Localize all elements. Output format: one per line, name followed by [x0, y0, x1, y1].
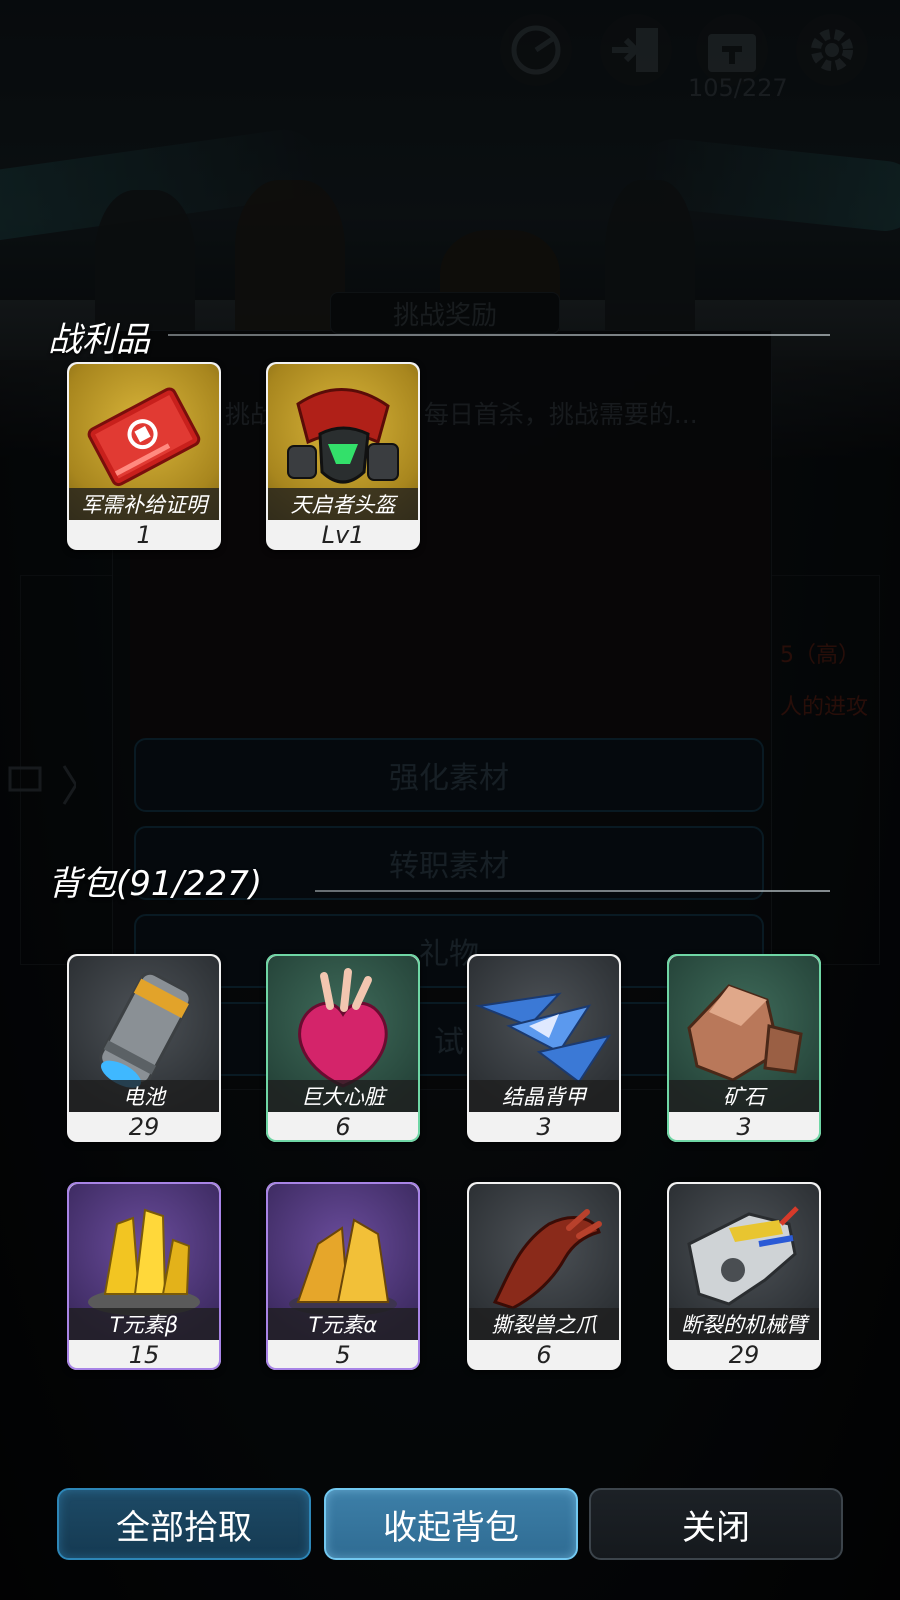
backpack-item[interactable]: T元素β 15 [67, 1182, 221, 1370]
backpack-item[interactable]: 断裂的机械臂 29 [667, 1182, 821, 1370]
loot-section-title: 战利品 [48, 320, 150, 360]
backpack-item[interactable]: 巨大心脏 6 [266, 954, 420, 1142]
backpack-item[interactable]: 撕裂兽之爪 6 [467, 1182, 621, 1370]
item-count: 3 [736, 1113, 752, 1141]
item-name: 矿石 [669, 1080, 819, 1112]
backpack-section-title: 背包(91/227) [48, 864, 263, 904]
item-count: 29 [128, 1113, 160, 1141]
item-name: 电池 [69, 1080, 219, 1112]
item-name: T元素β [69, 1308, 219, 1340]
section-divider [315, 890, 830, 892]
item-count: Lv1 [321, 521, 365, 549]
item-name: 巨大心脏 [268, 1080, 418, 1112]
loot-item[interactable]: 天启者头盔 Lv1 [266, 362, 420, 550]
item-count: 15 [128, 1341, 160, 1369]
item-count: 6 [335, 1113, 351, 1141]
backpack-item[interactable]: 电池 29 [67, 954, 221, 1142]
item-name: 断裂的机械臂 [669, 1308, 819, 1340]
item-count: 5 [335, 1341, 351, 1369]
item-count: 29 [728, 1341, 760, 1369]
item-name: 军需补给证明 [69, 488, 219, 520]
item-name: 天启者头盔 [268, 488, 418, 520]
item-name: T元素α [268, 1308, 418, 1340]
collapse-backpack-button[interactable]: 收起背包 [324, 1488, 578, 1560]
pick-all-button[interactable]: 全部拾取 [57, 1488, 311, 1560]
loot-item[interactable]: 军需补给证明 1 [67, 362, 221, 550]
section-divider [168, 334, 830, 336]
item-count: 6 [536, 1341, 552, 1369]
backpack-item[interactable]: T元素α 5 [266, 1182, 420, 1370]
item-count: 1 [136, 521, 152, 549]
item-name: 结晶背甲 [469, 1080, 619, 1112]
backpack-item[interactable]: 结晶背甲 3 [467, 954, 621, 1142]
loot-overlay: 战利品 军需补给证明 1 天启者头盔 Lv1 背包(91/227) 电池 29 … [0, 0, 900, 1600]
close-button[interactable]: 关闭 [589, 1488, 843, 1560]
item-count: 3 [536, 1113, 552, 1141]
item-name: 撕裂兽之爪 [469, 1308, 619, 1340]
backpack-item[interactable]: 矿石 3 [667, 954, 821, 1142]
